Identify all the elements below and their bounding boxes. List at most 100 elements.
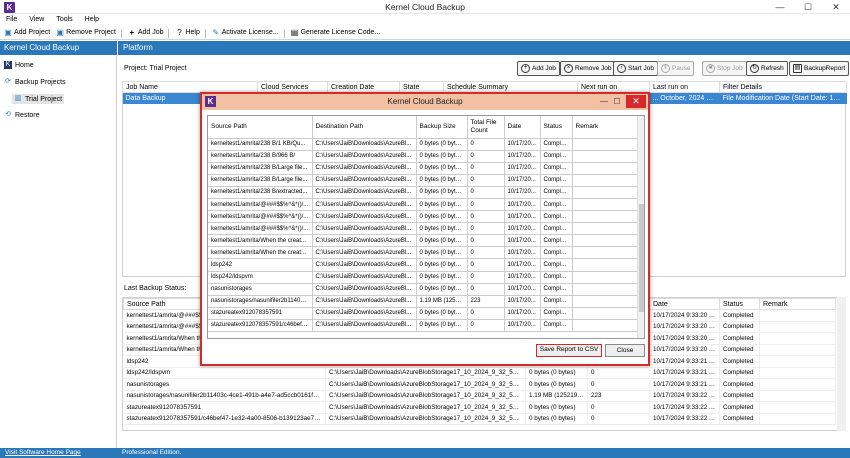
dialog-maximize-icon[interactable]: ☐ [611, 96, 623, 107]
table-row[interactable]: ldsp242/ldspvm C:\Users\JaiB\Downloads\Az… [208, 271, 638, 284]
dialog-close-icon[interactable]: ✕ [626, 95, 646, 108]
sidebar-item-restore[interactable]: ⟲ Restore [4, 111, 39, 119]
table-cell: nasunistorages [123, 378, 326, 391]
status-scrollbar[interactable] [837, 297, 846, 431]
menu-view[interactable]: View [23, 14, 50, 26]
table-row[interactable]: nasunistorages/nasunifiler2b11403c-4ce1-… [123, 390, 836, 402]
column-header[interactable]: Total File Count [467, 116, 505, 139]
table-row[interactable]: kerneltest1/amrita/@###$$%^&*()/... C:\Us… [208, 198, 638, 212]
table-row[interactable]: kerneltest1/amrita/238 B/966 B/C:\Users\… [208, 150, 638, 163]
column-header[interactable]: Cloud Services [257, 81, 328, 93]
activate-license-button[interactable]: ✎ Activate License... [212, 26, 278, 40]
table-row[interactable]: nasunistorages/nasunifiler2b11403... C:\U… [208, 295, 638, 308]
add-project-button[interactable]: ▣ Add Project [4, 26, 50, 40]
table-row[interactable]: nasunistorages C:\Users\JaiB\Downloads\Az… [208, 283, 638, 296]
column-header[interactable]: Destination Path [312, 116, 417, 139]
backup-projects-icon: ⟳ [5, 78, 11, 85]
remove-project-button[interactable]: ▣ Remove Project [56, 26, 116, 40]
column-header[interactable]: State [399, 81, 444, 93]
table-row[interactable]: kerneltest1/amrita/@###$$%^&*()/... C:\Us… [208, 222, 638, 236]
column-header[interactable]: Schedule Summary [443, 81, 578, 93]
start-job-button[interactable]: › Start Job [613, 61, 659, 76]
software-home-link[interactable]: Visit Software Home Page [5, 448, 81, 458]
column-header[interactable]: Date [649, 298, 720, 310]
table-row[interactable]: ldsp242 C:\Users\JaiB\Downloads\AzureBl..… [208, 258, 638, 272]
column-header[interactable]: Status [719, 298, 760, 310]
minimize-button[interactable]: — [766, 0, 794, 14]
main-header: Platform [118, 41, 850, 55]
table-cell: 0 bytes (0 bytes) [416, 222, 468, 236]
table-cell: kerneltest1/amrita/@###$$%^&*()/... [208, 210, 313, 224]
table-row[interactable]: nasunistorages C:\Users\JaiB\Downloads\Az… [123, 378, 836, 391]
table-row[interactable]: kerneltest1/amrita/238 B/1 KB/Qu... C:\Us… [208, 138, 638, 151]
generate-license-button[interactable]: ▤ Generate License Code... [290, 26, 381, 40]
pause-button[interactable]: ‖ Pause [657, 61, 695, 76]
menu-help[interactable]: Help [79, 14, 105, 26]
table-cell: 223 [587, 390, 650, 402]
menu-file[interactable]: File [0, 14, 23, 26]
sidebar-header: Kernel Cloud Backup [0, 41, 117, 55]
close-window-button[interactable]: ✕ [822, 0, 850, 14]
column-header[interactable]: Job Name [122, 81, 258, 93]
stop-job-button[interactable]: ■ Stop Job [702, 61, 747, 76]
save-report-csv-button[interactable]: Save Report to CSV [536, 344, 602, 357]
dialog-scroll-thumb[interactable] [639, 204, 644, 312]
table-cell: Completed [719, 321, 760, 333]
sidebar-item-trial-project[interactable]: ▥ Trial Project [12, 94, 65, 104]
table-cell: C:\Users\JaiB\Downloads\AzureBl... [312, 174, 417, 187]
column-header[interactable]: Remark [759, 298, 836, 310]
table-cell: 0 bytes (0 bytes) [416, 210, 468, 224]
table-row[interactable]: kerneltest1/amrita/238 B/Large file... C:… [208, 174, 638, 187]
table-cell: 0 [467, 319, 505, 333]
close-dialog-button[interactable]: Close [605, 344, 645, 357]
table-row[interactable]: kerneltest1/amrita/238 B/extracted... C:\… [208, 186, 638, 199]
table-row[interactable]: kerneltest1/amrita/@###$$%^&*()/... C:\Us… [208, 210, 638, 224]
table-cell: ldsp242 [208, 258, 313, 272]
refresh-button[interactable]: ↻ Refresh [746, 61, 788, 76]
backup-report-dialog: K Kernel Cloud Backup — ☐ ✕ Source Path D… [200, 92, 650, 366]
table-row[interactable]: kerneltest1/amrita/When the creat... C:\U… [208, 234, 638, 248]
remove-job-button[interactable]: × Remove Job [560, 61, 616, 76]
add-job-toolbar-button[interactable]: + Add Job [128, 26, 164, 40]
table-cell: 10/17/20... [504, 162, 541, 175]
table-cell: C:\Users\JaiB\Downloads\AzureBl... [312, 198, 417, 212]
column-header[interactable]: Date [504, 116, 541, 139]
table-cell: 0 [587, 413, 650, 425]
column-header[interactable]: Next run on [577, 81, 650, 93]
dialog-minimize-icon[interactable]: — [598, 96, 610, 107]
help-button[interactable]: ? Help [175, 26, 200, 40]
table-cell: C:\Users\JaiB\Downloads\AzureBl... [312, 162, 417, 175]
table-cell: Complet... [540, 138, 573, 151]
column-header[interactable]: Remark [572, 116, 638, 139]
table-cell: 10/17/20... [504, 150, 541, 163]
sidebar-item-home[interactable]: K Home [4, 61, 34, 69]
stop-job-label: Stop Job [717, 65, 743, 72]
refresh-icon: ↻ [750, 64, 759, 73]
add-job-button[interactable]: + Add Job [517, 61, 560, 76]
column-header[interactable]: Backup Size [416, 116, 468, 139]
table-row[interactable]: kerneltest1/amrita/When the creat... C:\U… [208, 246, 638, 260]
table-row[interactable]: stazureatex912078357591 C:\Users\JaiB\Dow… [123, 401, 836, 414]
table-cell [759, 309, 836, 322]
table-row[interactable]: stazureatex912078357591 C:\Users\JaiB\Dow… [208, 307, 638, 320]
menu-tools[interactable]: Tools [50, 14, 78, 26]
table-cell: 10/17/2024 9:33:22 AM [649, 401, 720, 414]
column-header[interactable]: Creation Date [327, 81, 400, 93]
maximize-button[interactable]: ☐ [794, 0, 822, 14]
table-cell [572, 162, 638, 175]
table-cell [572, 258, 638, 272]
plus-circle-icon: + [521, 64, 530, 73]
backup-report-button[interactable]: ▤ BackupReport [789, 61, 850, 76]
sidebar-item-backup-projects[interactable]: ⟳ Backup Projects [4, 78, 66, 86]
column-header[interactable]: Last run on [649, 81, 720, 93]
dialog-scrollbar[interactable] [637, 116, 644, 338]
column-header[interactable]: Source Path [208, 116, 313, 139]
column-header[interactable]: Filter Details [719, 81, 847, 93]
table-row[interactable]: stazureatex912078357591/c46bef47-1e32-4a… [123, 413, 836, 425]
table-row[interactable]: kerneltest1/amrita/238 B/Large file... C:… [208, 162, 638, 175]
table-cell: C:\Users\JaiB\Downloads\AzureBlobStorage… [325, 378, 526, 391]
table-row[interactable]: stazureatex912078357591/c46bef4... C:\Use… [208, 319, 638, 333]
table-cell: Completed [719, 413, 760, 425]
column-header[interactable]: Status [540, 116, 573, 139]
table-row[interactable]: ldsp242/ldspvm C:\Users\JaiB\Downloads\Az… [123, 367, 836, 379]
